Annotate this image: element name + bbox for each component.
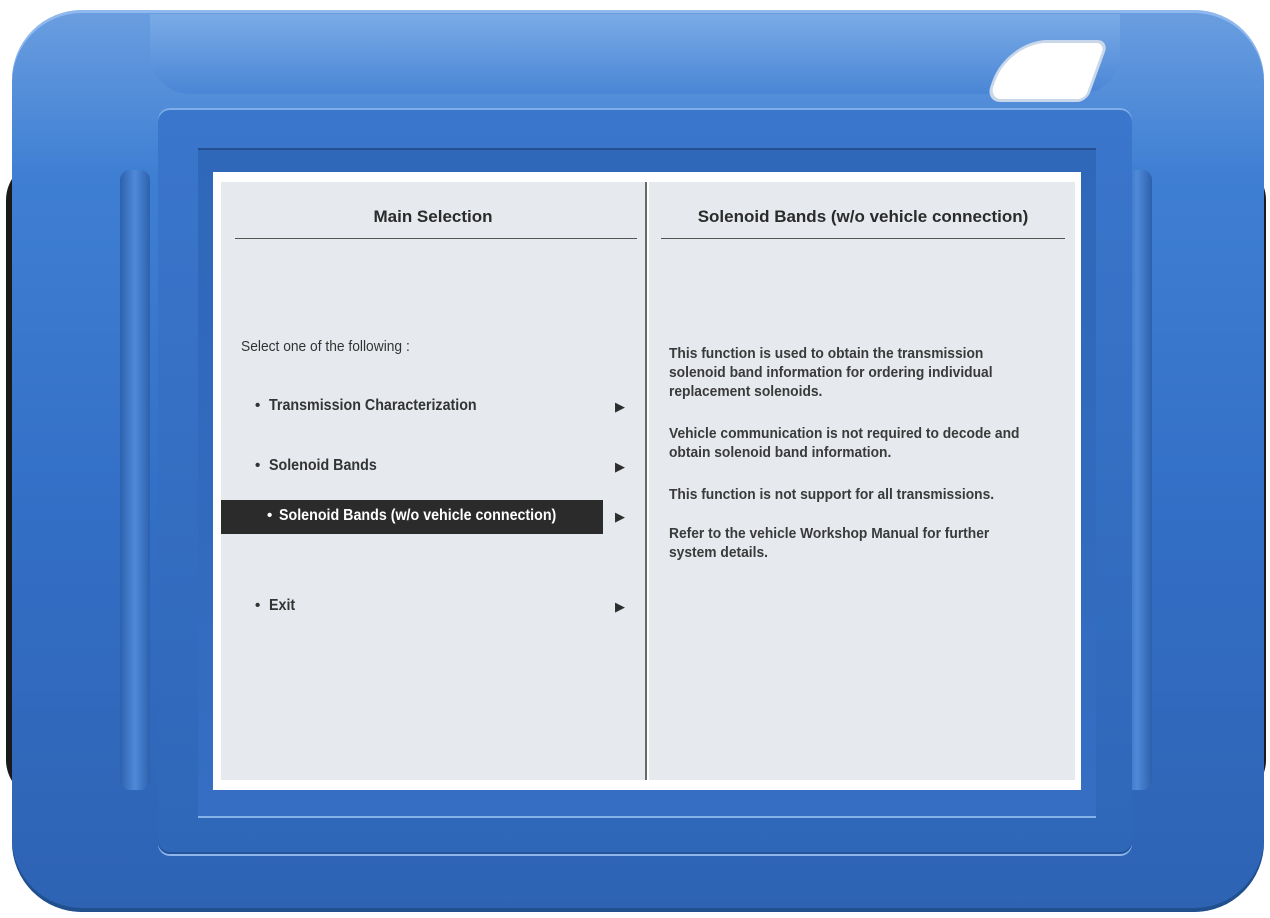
menu-item-label: Solenoid Bands	[269, 457, 377, 474]
selection-prompt: Select one of the following :	[241, 338, 410, 355]
play-arrow-icon: ▶	[615, 459, 625, 474]
description-paragraph: This function is not support for all tra…	[669, 486, 995, 503]
title-divider	[235, 238, 637, 239]
description-title: Solenoid Bands (w/o vehicle connection)	[697, 207, 1029, 226]
menu-item-label: Exit	[269, 597, 296, 614]
bullet-icon: •	[267, 507, 273, 524]
menu-item-solenoid-bands[interactable]: • Solenoid Bands ▶	[221, 450, 645, 484]
main-selection-title: Main Selection	[373, 207, 493, 226]
menu-item-label: Solenoid Bands (w/o vehicle connection)	[279, 507, 557, 524]
device-screen: Main Selection Select one of the followi…	[213, 172, 1081, 790]
bullet-icon: •	[255, 597, 261, 614]
description-paragraph: Vehicle communication is not required to…	[669, 425, 1020, 461]
function-description-panel: Solenoid Bands (w/o vehicle connection) …	[649, 182, 1075, 780]
bullet-icon: •	[255, 397, 261, 414]
title-divider	[661, 238, 1065, 239]
description-paragraph: Refer to the vehicle Workshop Manual for…	[669, 525, 990, 561]
menu-item-exit[interactable]: • Exit ▶	[221, 590, 645, 624]
play-arrow-icon: ▶	[615, 399, 625, 414]
menu-item-label: Transmission Characterization	[269, 397, 477, 414]
menu-item-transmission-characterization[interactable]: • Transmission Characterization ▶	[221, 390, 645, 424]
menu-item-solenoid-bands-no-vehicle[interactable]: • Solenoid Bands (w/o vehicle connection…	[221, 500, 645, 534]
play-arrow-icon: ▶	[615, 599, 625, 614]
play-arrow-icon: ▶	[615, 509, 625, 524]
main-selection-panel: Main Selection Select one of the followi…	[221, 182, 647, 780]
casing-top-ridge	[150, 14, 1120, 94]
scan-tool-device: Main Selection Select one of the followi…	[0, 0, 1270, 918]
casing-left-ridge	[120, 170, 150, 790]
description-paragraph: This function is used to obtain the tran…	[669, 345, 993, 400]
bullet-icon: •	[255, 457, 261, 474]
